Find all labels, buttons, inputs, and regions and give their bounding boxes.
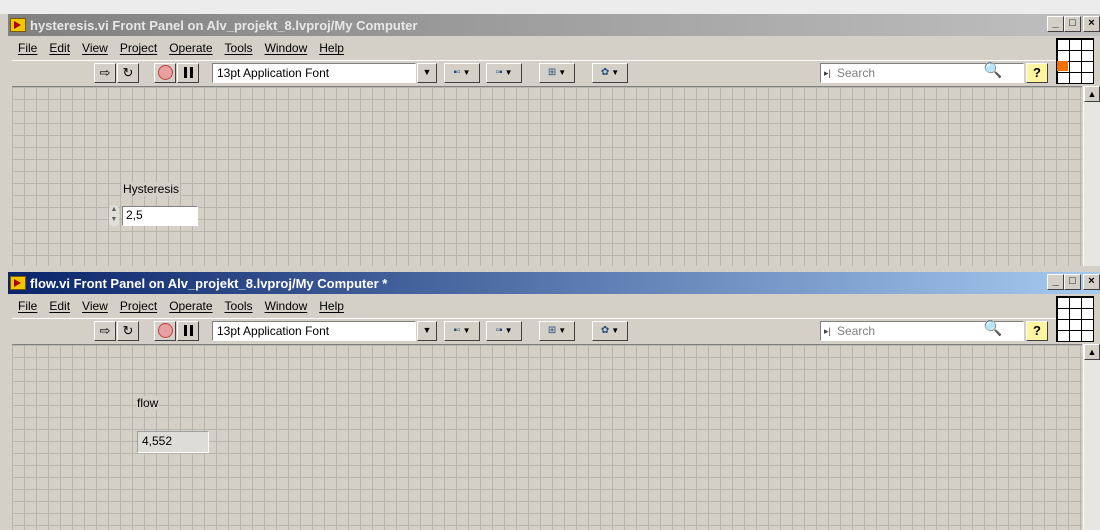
search-field-marker-icon: ▸| (824, 326, 831, 336)
hysteresis-numeric-control[interactable]: 2,5 (122, 206, 198, 226)
maximize-button[interactable]: □ (1064, 16, 1081, 32)
menu-project[interactable]: Project (114, 299, 163, 313)
front-panel[interactable]: Hysteresis ▲ ▼ 2,5 (12, 86, 1082, 266)
vertical-scrollbar[interactable]: ▲ (1083, 86, 1100, 266)
connector-pane-icon[interactable] (1056, 296, 1094, 342)
menu-view[interactable]: View (76, 299, 114, 313)
menu-help[interactable]: Help (313, 299, 350, 313)
labview-vi-icon (10, 18, 26, 32)
menu-bar: File Edit View Project Operate Tools Win… (12, 296, 350, 316)
menu-edit[interactable]: Edit (43, 299, 76, 313)
align-objects-icon[interactable]: ▪▫ ▼ (444, 63, 480, 83)
resize-objects-icon[interactable]: ⊞ ▼ (539, 63, 575, 83)
menu-project[interactable]: Project (114, 41, 163, 55)
hysteresis-window: hysteresis.vi Front Panel on Alv_projekt… (0, 14, 1100, 266)
title-bar[interactable]: hysteresis.vi Front Panel on Alv_projekt… (8, 14, 1100, 36)
menu-view[interactable]: View (76, 41, 114, 55)
control-label: Hysteresis (122, 182, 181, 196)
indicator-label: flow (136, 396, 160, 410)
font-select[interactable]: 13pt Application Font ▼ (212, 321, 437, 341)
run-continuously-icon[interactable]: ↻ (117, 63, 139, 83)
font-select[interactable]: 13pt Application Font ▼ (212, 63, 437, 83)
distribute-objects-icon[interactable]: ▫▪ ▼ (486, 63, 522, 83)
run-arrow-icon[interactable]: ⇨ (94, 321, 116, 341)
scroll-up-icon[interactable]: ▲ (1084, 86, 1100, 102)
search-icon[interactable]: 🔍 (980, 319, 1006, 341)
menu-tools[interactable]: Tools (219, 41, 259, 55)
reorder-icon[interactable]: ✿ ▼ (592, 321, 628, 341)
run-arrow-icon[interactable]: ⇨ (94, 63, 116, 83)
pause-icon[interactable] (177, 63, 199, 83)
align-objects-icon[interactable]: ▪▫ ▼ (444, 321, 480, 341)
minimize-button[interactable]: _ (1047, 16, 1064, 32)
menu-bar: File Edit View Project Operate Tools Win… (12, 38, 350, 58)
background-strip (0, 0, 1100, 15)
maximize-button[interactable]: □ (1064, 274, 1081, 290)
menu-help[interactable]: Help (313, 41, 350, 55)
resize-objects-icon[interactable]: ⊞ ▼ (539, 321, 575, 341)
menu-edit[interactable]: Edit (43, 41, 76, 55)
distribute-objects-icon[interactable]: ▫▪ ▼ (486, 321, 522, 341)
toolbar: ⇨ ↻ 13pt Application Font ▼ ▪▫ ▼ ▫▪ ▼ ⊞ ▼ ✿… (12, 60, 1058, 85)
menu-file[interactable]: File (12, 299, 43, 313)
menu-window[interactable]: Window (259, 41, 314, 55)
search-field-marker-icon: ▸| (824, 68, 831, 78)
increment-decrement-icon[interactable]: ▲ ▼ (109, 205, 119, 227)
help-icon[interactable]: ? (1026, 63, 1048, 83)
chevron-down-icon[interactable]: ▼ (417, 63, 437, 83)
front-panel[interactable]: flow 4,552 (12, 344, 1082, 530)
abort-icon[interactable] (154, 63, 176, 83)
abort-icon[interactable] (154, 321, 176, 341)
search-icon[interactable]: 🔍 (980, 61, 1006, 83)
window-title: flow.vi Front Panel on Alv_projekt_8.lvp… (30, 275, 388, 291)
menu-window[interactable]: Window (259, 299, 314, 313)
reorder-icon[interactable]: ✿ ▼ (592, 63, 628, 83)
menu-operate[interactable]: Operate (163, 299, 218, 313)
menu-tools[interactable]: Tools (219, 299, 259, 313)
menu-file[interactable]: File (12, 41, 43, 55)
window-title: hysteresis.vi Front Panel on Alv_projekt… (30, 17, 418, 33)
labview-vi-icon (10, 276, 26, 290)
help-icon[interactable]: ? (1026, 321, 1048, 341)
title-bar[interactable]: flow.vi Front Panel on Alv_projekt_8.lvp… (8, 272, 1100, 294)
toolbar: ⇨ ↻ 13pt Application Font ▼ ▪▫ ▼ ▫▪ ▼ ⊞ ▼ ✿… (12, 318, 1058, 343)
connector-pane-icon[interactable] (1056, 38, 1094, 84)
close-button[interactable]: × (1083, 16, 1100, 32)
menu-operate[interactable]: Operate (163, 41, 218, 55)
run-continuously-icon[interactable]: ↻ (117, 321, 139, 341)
pause-icon[interactable] (177, 321, 199, 341)
chevron-down-icon[interactable]: ▼ (417, 321, 437, 341)
minimize-button[interactable]: _ (1047, 274, 1064, 290)
vertical-scrollbar[interactable]: ▲ (1083, 344, 1100, 530)
scroll-up-icon[interactable]: ▲ (1084, 344, 1100, 360)
close-button[interactable]: × (1083, 274, 1100, 290)
flow-window: flow.vi Front Panel on Alv_projekt_8.lvp… (0, 272, 1100, 530)
flow-numeric-indicator: 4,552 (137, 431, 209, 453)
